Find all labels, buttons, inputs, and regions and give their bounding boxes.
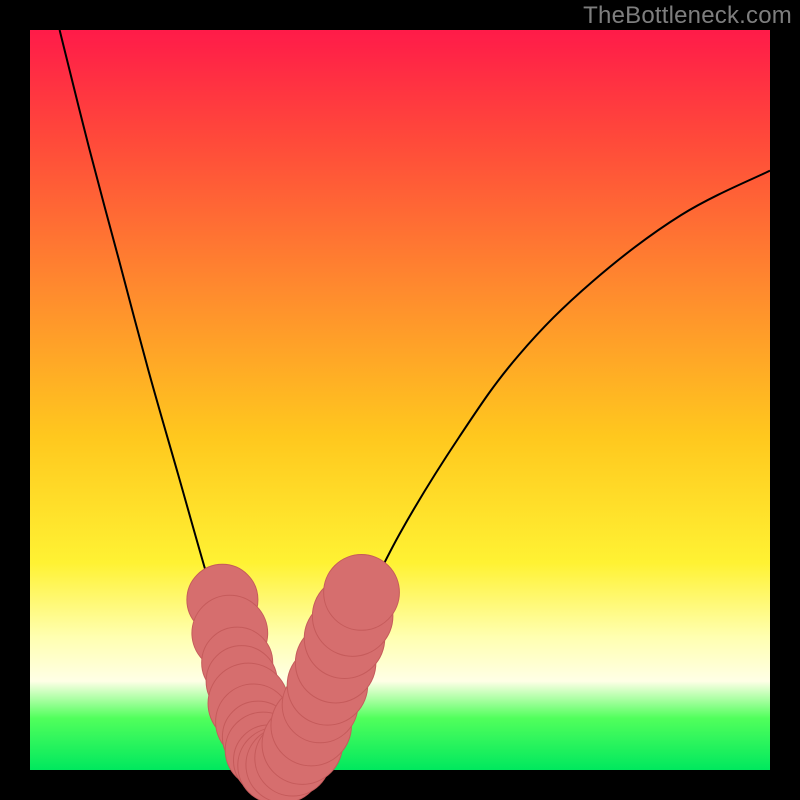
watermark-text: TheBottleneck.com	[583, 2, 792, 30]
marker-dot	[324, 555, 400, 631]
chart-svg	[30, 30, 770, 770]
valley-markers	[187, 555, 400, 800]
outer-frame: TheBottleneck.com	[0, 0, 800, 800]
